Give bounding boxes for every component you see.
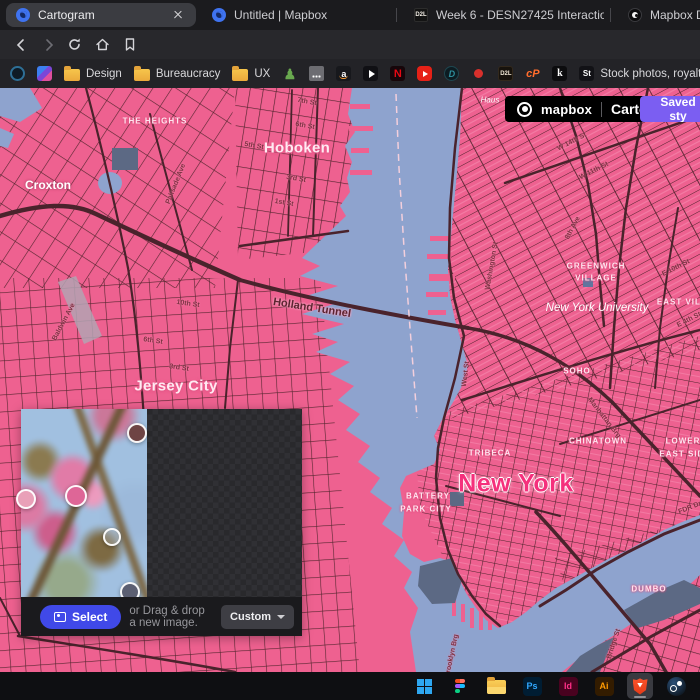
bookmark-cpanel[interactable]: cP: [525, 66, 540, 81]
d2l-favicon: D2L: [414, 8, 428, 22]
tab-mapbox-docs[interactable]: Mapbox Docs: [618, 3, 700, 27]
tab-separator: [610, 8, 611, 22]
bookmark-folder-design[interactable]: Design: [64, 67, 122, 81]
folder-icon: [134, 69, 150, 81]
preset-dropdown[interactable]: Custom: [221, 605, 294, 629]
tab-title: Week 6 - DESN27425 Interaction Des: [436, 8, 604, 22]
bookmark-button[interactable]: [119, 34, 140, 55]
transparency-checkerboard: [147, 409, 302, 597]
d-circle-icon: D: [444, 66, 459, 81]
windows-icon: [417, 679, 432, 694]
amazon-icon: a: [336, 66, 351, 81]
netflix-icon: N: [390, 66, 405, 81]
bookmark-deezer[interactable]: D: [444, 66, 459, 81]
tab-title: Mapbox Docs: [650, 8, 700, 22]
bookmark-play[interactable]: [363, 66, 378, 81]
colorful-icon: [37, 66, 52, 81]
cpanel-icon: cP: [525, 66, 540, 81]
windows-start-button[interactable]: [411, 673, 437, 699]
indesign-button[interactable]: Id: [555, 673, 581, 699]
d2l-icon: D2L: [498, 66, 513, 81]
browser-tab-strip: Cartogram Untitled | Mapbox D2L Week 6 -…: [0, 0, 700, 30]
tab-cartogram[interactable]: Cartogram: [6, 3, 196, 27]
youtube-icon: [417, 66, 432, 81]
bookmark-folder-ux[interactable]: UX: [232, 67, 270, 81]
close-tab-icon[interactable]: [170, 7, 186, 23]
file-explorer-button[interactable]: [483, 673, 509, 699]
active-app-indicator: [634, 696, 646, 699]
illustrator-icon: Ai: [595, 677, 614, 696]
windows-taskbar: Ps Id Ai: [0, 672, 700, 700]
mapbox-dark-favicon: [628, 8, 642, 22]
color-handle-hot-pink[interactable]: [65, 485, 87, 507]
tab-title: Untitled | Mapbox: [234, 8, 327, 22]
bookmark-folder-bureaucracy[interactable]: Bureaucracy: [134, 67, 221, 81]
folder-icon: [64, 69, 80, 81]
bookmark-d2l[interactable]: D2L: [498, 66, 513, 81]
tab-week6[interactable]: D2L Week 6 - DESN27425 Interaction Des: [404, 3, 604, 27]
divider: [601, 102, 602, 117]
photoshop-button[interactable]: Ps: [519, 673, 545, 699]
brave-icon: [633, 678, 648, 695]
picker-action-bar: Select or Drag & drop a new image. Custo…: [21, 597, 302, 636]
chevron-down-icon: [277, 615, 285, 619]
browser-toolbar: apps.mapbox.com/cartogram/#12.82/40.7224…: [0, 30, 700, 59]
reload-button[interactable]: [64, 34, 85, 55]
figma-icon: [455, 679, 465, 694]
bookmark-dark-circle[interactable]: [10, 66, 25, 81]
mapbox-favicon: [16, 8, 30, 22]
brave-browser-button[interactable]: [627, 673, 653, 699]
image-icon: [54, 612, 66, 622]
bookmark-amazon[interactable]: a: [336, 66, 351, 81]
bookmark-chess[interactable]: ♟: [282, 66, 297, 81]
steam-icon: [667, 677, 686, 696]
machine-icon: [309, 66, 324, 81]
taskbar-icons: Ps Id Ai: [411, 672, 689, 700]
bookmark-machine[interactable]: [309, 66, 324, 81]
saved-styles-button[interactable]: Saved sty: [640, 96, 700, 122]
folder-icon: [487, 680, 506, 694]
bookmark-kickstarter[interactable]: k: [552, 66, 567, 81]
chess-pawn-icon: ♟: [282, 66, 297, 81]
steam-button[interactable]: [663, 673, 689, 699]
color-handle-maroon[interactable]: [127, 423, 147, 443]
tab-separator: [396, 8, 397, 22]
circle-icon: [10, 66, 25, 81]
drag-drop-hint: or Drag & drop a new image.: [129, 605, 213, 629]
play-icon: [363, 66, 378, 81]
desktop: Cartogram Untitled | Mapbox D2L Week 6 -…: [0, 0, 700, 700]
bookmark-youtube[interactable]: [417, 66, 432, 81]
tab-title: Cartogram: [38, 8, 95, 22]
mapbox-favicon: [212, 8, 226, 22]
folder-icon: [232, 69, 248, 81]
forward-button[interactable]: [38, 34, 59, 55]
figma-taskbar-button[interactable]: [447, 673, 473, 699]
indesign-icon: Id: [559, 677, 578, 696]
bookmarks-bar: Design Bureaucracy UX ♟ a N D D2L cP k S…: [0, 59, 700, 88]
color-handle-light-pink[interactable]: [16, 489, 36, 509]
bookmark-stock-photos[interactable]: StStock photos, royalt...: [579, 66, 700, 81]
back-button[interactable]: [10, 34, 31, 55]
color-handle-blue[interactable]: [103, 528, 121, 546]
image-color-picker-panel: Select or Drag & drop a new image. Custo…: [21, 409, 302, 636]
mapbox-logo-icon: [517, 102, 532, 117]
tab-untitled-mapbox[interactable]: Untitled | Mapbox: [202, 3, 388, 27]
k-icon: k: [552, 66, 567, 81]
brand-name: mapbox: [541, 102, 592, 117]
red-dot-icon: [474, 69, 483, 78]
bookmark-netflix[interactable]: N: [390, 66, 405, 81]
bookmark-colorful[interactable]: [37, 66, 52, 81]
photoshop-icon: Ps: [523, 677, 542, 696]
select-image-button[interactable]: Select: [40, 605, 121, 629]
bookmark-red-dot[interactable]: [471, 66, 486, 81]
illustrator-button[interactable]: Ai: [591, 673, 617, 699]
shutterstock-icon: St: [579, 66, 594, 81]
home-button[interactable]: [92, 34, 113, 55]
